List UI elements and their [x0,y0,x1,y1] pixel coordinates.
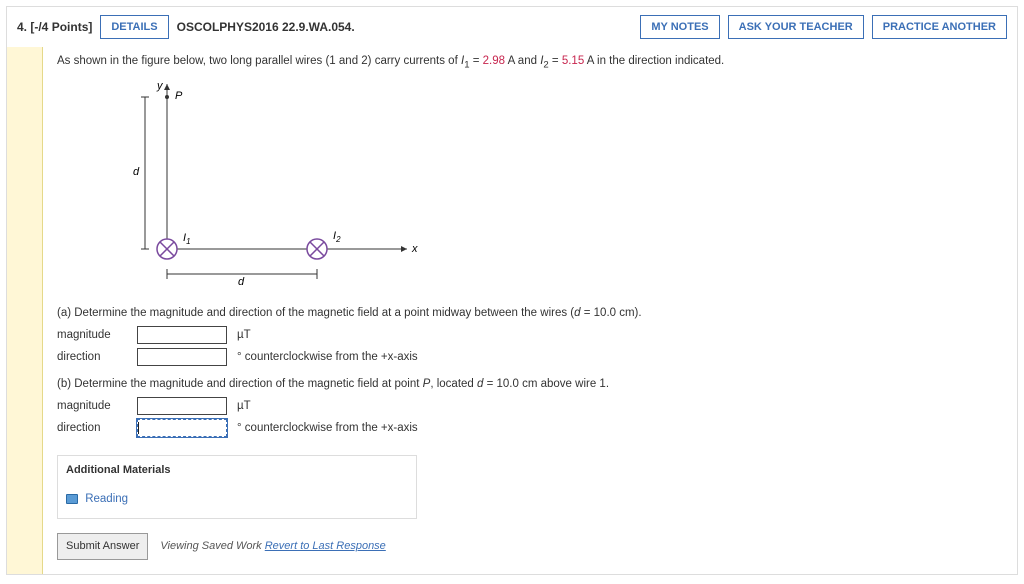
part-a-question: (a) Determine the magnitude and directio… [57,305,1003,322]
fig-label-d-horiz: d [238,276,245,288]
revert-link[interactable]: Revert to Last Response [265,540,386,552]
fig-label-y: y [156,80,164,92]
note-direction-b: ° counterclockwise from the +x-axis [237,420,418,437]
label-magnitude-a: magnitude [57,327,127,344]
note-direction-a: ° counterclockwise from the +x-axis [237,349,418,366]
fig-label-x: x [411,243,418,255]
fig-label-i1: I1 [183,232,191,246]
additional-materials-title: Additional Materials [58,456,416,485]
details-button[interactable]: DETAILS [100,15,168,39]
fig-label-p: P [175,90,183,102]
submit-answer-button[interactable]: Submit Answer [57,533,148,560]
intro-text: As shown in the figure below, two long p… [57,53,1003,73]
ask-teacher-button[interactable]: ASK YOUR TEACHER [728,15,864,39]
my-notes-button[interactable]: MY NOTES [640,15,719,39]
figure: y x P d I1 [127,79,1003,295]
label-magnitude-b: magnitude [57,398,127,415]
text-caret [138,422,139,434]
input-magnitude-a[interactable] [137,326,227,344]
part-b: (b) Determine the magnitude and directio… [57,376,1003,437]
saved-work-text: Viewing Saved Work Revert to Last Respon… [160,538,385,555]
header-actions: MY NOTES ASK YOUR TEACHER PRACTICE ANOTH… [640,15,1007,39]
practice-another-button[interactable]: PRACTICE ANOTHER [872,15,1007,39]
input-direction-a[interactable] [137,348,227,366]
input-magnitude-b[interactable] [137,397,227,415]
fig-label-d-vert: d [133,166,140,178]
unit-magnitude-a: µT [237,327,251,344]
additional-materials: Additional Materials Reading [57,455,417,519]
question-footer: Submit Answer Viewing Saved Work Revert … [57,533,1003,560]
part-b-question: (b) Determine the magnitude and directio… [57,376,1003,393]
question-body: As shown in the figure below, two long p… [43,47,1017,574]
question-container: 4. [-/4 Points] DETAILS OSCOLPHYS2016 22… [6,6,1018,575]
part-a: (a) Determine the magnitude and directio… [57,305,1003,366]
input-direction-b[interactable] [137,419,227,437]
label-direction-a: direction [57,349,127,366]
unit-magnitude-b: µT [237,398,251,415]
reading-link[interactable]: Reading [85,493,128,505]
fig-label-i2: I2 [333,230,341,244]
question-reference: OSCOLPHYS2016 22.9.WA.054. [177,20,355,34]
book-icon [66,494,78,504]
question-number: 4. [-/4 Points] [17,20,92,34]
question-header: 4. [-/4 Points] DETAILS OSCOLPHYS2016 22… [7,7,1017,47]
label-direction-b: direction [57,420,127,437]
bookmark-strip[interactable] [7,47,43,574]
